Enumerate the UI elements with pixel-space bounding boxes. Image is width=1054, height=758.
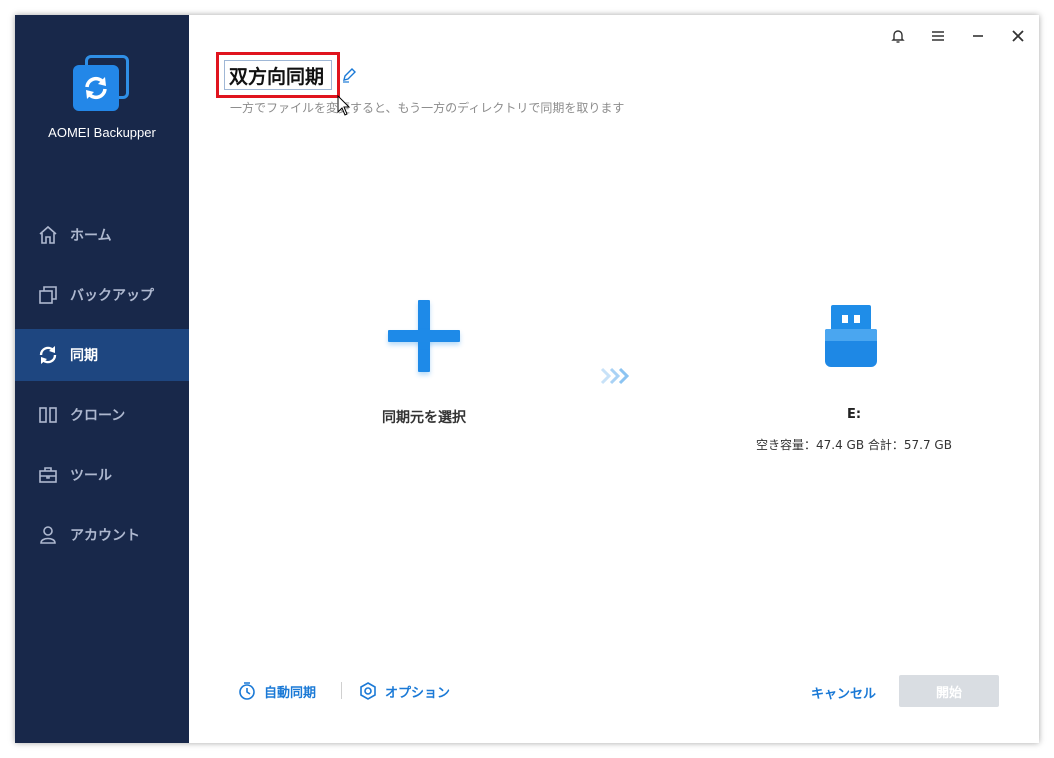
sidebar-item-label: 同期 bbox=[70, 348, 98, 364]
sidebar-item-clone[interactable]: クローン bbox=[15, 389, 189, 441]
sidebar-item-backup[interactable]: バックアップ bbox=[15, 269, 189, 321]
sidebar-item-label: ホーム bbox=[70, 228, 112, 244]
sidebar-item-account[interactable]: アカウント bbox=[15, 509, 189, 561]
divider bbox=[341, 682, 342, 699]
auto-sync-button[interactable]: 自動同期 bbox=[237, 679, 316, 703]
close-icon[interactable] bbox=[1007, 25, 1029, 47]
tools-icon bbox=[38, 465, 58, 485]
account-icon bbox=[38, 525, 58, 545]
options-label: オプション bbox=[385, 685, 451, 701]
sidebar-item-sync[interactable]: 同期 bbox=[15, 329, 189, 381]
app-name: AOMEI Backupper bbox=[48, 125, 156, 140]
drive-letter: E: bbox=[846, 407, 862, 422]
start-button[interactable]: 開始 bbox=[899, 675, 999, 707]
options-button[interactable]: オプション bbox=[358, 679, 450, 703]
sidebar-item-label: アカウント bbox=[70, 528, 140, 544]
sidebar-item-tools[interactable]: ツール bbox=[15, 449, 189, 501]
minimize-icon[interactable] bbox=[967, 25, 989, 47]
app-window: AOMEI Backupper ホーム バックアップ 同期 クローン ツール ア… bbox=[15, 15, 1039, 743]
sidebar: AOMEI Backupper ホーム バックアップ 同期 クローン ツール ア… bbox=[15, 15, 189, 743]
timer-icon bbox=[239, 682, 255, 700]
drive-capacity: 空き容量：47.4 GB 合計：57.7 GB bbox=[756, 438, 952, 452]
app-logo bbox=[73, 55, 131, 113]
sync-icon bbox=[38, 345, 58, 365]
title-highlight bbox=[216, 52, 340, 98]
pencil-icon[interactable] bbox=[341, 67, 357, 83]
menu-icon[interactable] bbox=[927, 25, 949, 47]
sync-logo-icon bbox=[85, 76, 107, 100]
backup-icon bbox=[38, 285, 58, 305]
mouse-cursor-icon bbox=[337, 95, 351, 116]
sidebar-item-home[interactable]: ホーム bbox=[15, 209, 189, 261]
source-select-button[interactable]: 同期元を選択 bbox=[339, 295, 509, 445]
target-drive[interactable]: E: 空き容量：47.4 GB 合計：57.7 GB bbox=[709, 303, 999, 463]
usb-drive-icon bbox=[831, 305, 871, 331]
sidebar-item-label: クローン bbox=[70, 408, 126, 424]
bell-icon[interactable] bbox=[887, 25, 909, 47]
page-subtitle: 一方でファイルを変更すると、もう一方のディレクトリで同期を取ります bbox=[230, 101, 625, 115]
sidebar-item-label: ツール bbox=[70, 468, 112, 484]
main-panel: 一方でファイルを変更すると、もう一方のディレクトリで同期を取ります 同期元を選択… bbox=[189, 15, 1039, 743]
source-label: 同期元を選択 bbox=[382, 410, 466, 426]
sidebar-item-label: バックアップ bbox=[70, 288, 154, 304]
cancel-button[interactable]: キャンセル bbox=[811, 683, 876, 702]
home-icon bbox=[38, 225, 58, 245]
task-name-input[interactable] bbox=[224, 60, 332, 90]
auto-sync-label: 自動同期 bbox=[264, 685, 317, 701]
options-gear-icon bbox=[360, 682, 376, 700]
clone-icon bbox=[38, 405, 58, 425]
direction-arrows-icon bbox=[600, 367, 630, 385]
